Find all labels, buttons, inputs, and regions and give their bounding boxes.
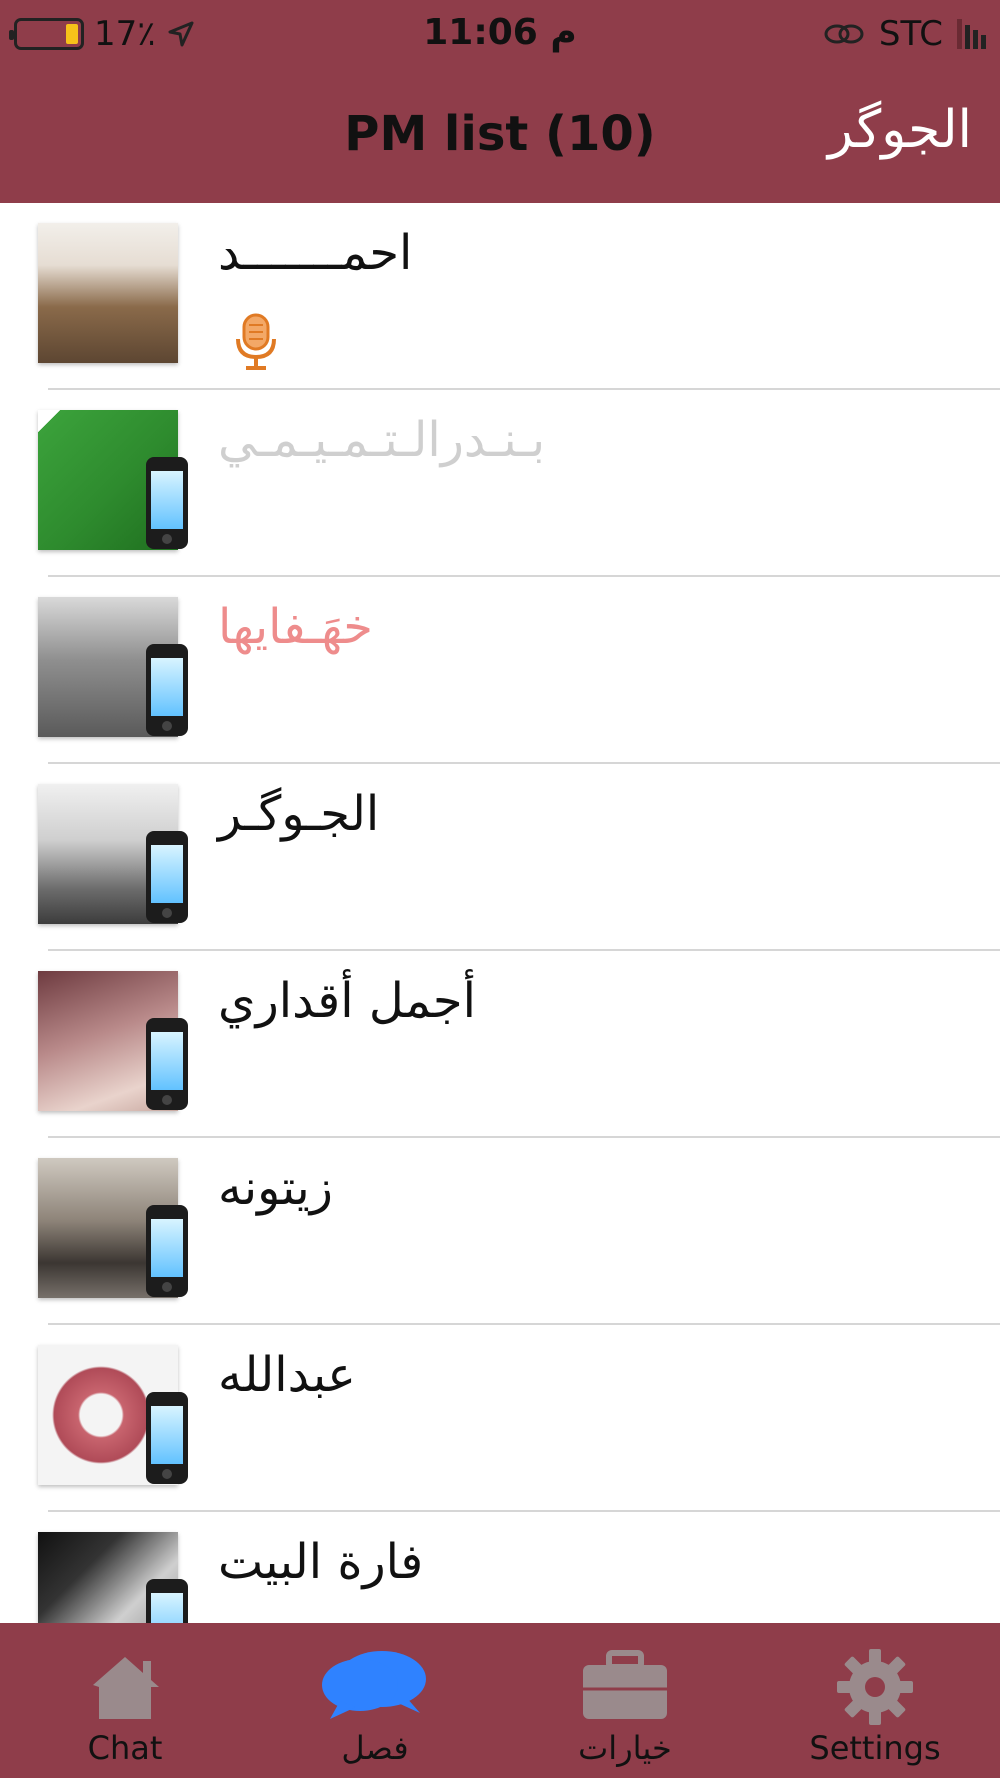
avatar (38, 223, 178, 363)
list-item[interactable]: أجمل أقداري (38, 951, 1000, 1138)
contact-name: بـنـدرالـتـمـيـمـي (218, 412, 546, 468)
nav-bar: PM list (10) الجوگر (0, 70, 1000, 203)
list-item[interactable]: فارة البيت (38, 1512, 1000, 1623)
list-item[interactable]: بـنـدرالـتـمـيـمـي (38, 390, 1000, 577)
list-item[interactable]: عبدالله (38, 1325, 1000, 1512)
contact-name: الجـوگـر (218, 786, 380, 842)
contact-name: زيتونه (218, 1160, 333, 1216)
tab-separate[interactable]: فصل (250, 1623, 500, 1778)
mobile-phone-icon (146, 831, 188, 923)
mobile-phone-icon (146, 1205, 188, 1297)
tab-label: فصل (341, 1729, 409, 1767)
contact-name: احمـــــــد (218, 225, 413, 281)
chat-bubbles-icon (322, 1651, 426, 1719)
tab-bar: Chat فصل خيارات Settings (0, 1623, 1000, 1778)
tab-label: Chat (87, 1729, 163, 1767)
nav-user-button[interactable]: الجوگر (828, 100, 972, 160)
tab-chat[interactable]: Chat (0, 1623, 250, 1778)
mobile-phone-icon (146, 1392, 188, 1484)
tab-label: Settings (809, 1729, 941, 1767)
mobile-phone-icon (146, 1018, 188, 1110)
network-group: STC (823, 14, 986, 54)
link-icon (824, 24, 864, 44)
gear-icon (837, 1649, 913, 1725)
pm-list[interactable]: احمـــــــد بـنـدرالـتـمـيـمـي خهَـفايها… (0, 203, 1000, 1623)
signal-bars-icon (957, 19, 986, 49)
contact-name: فارة البيت (218, 1534, 424, 1590)
tab-settings[interactable]: Settings (750, 1623, 1000, 1778)
tab-options[interactable]: خيارات (500, 1623, 750, 1778)
contact-name: أجمل أقداري (218, 973, 476, 1029)
mobile-phone-icon (146, 644, 188, 736)
list-item[interactable]: الجـوگـر (38, 764, 1000, 951)
contact-name: عبدالله (218, 1347, 356, 1403)
list-item[interactable]: زيتونه (38, 1138, 1000, 1325)
carrier-name: STC (878, 14, 943, 54)
list-item[interactable]: خهَـفايها (38, 577, 1000, 764)
contact-name: خهَـفايها (218, 599, 373, 655)
mobile-phone-icon (146, 1579, 188, 1623)
mobile-phone-icon (146, 457, 188, 549)
status-bar: 17٪ 11:06 م STC (0, 0, 1000, 70)
microphone-icon (236, 313, 276, 370)
toolbox-icon (583, 1650, 667, 1719)
house-icon (93, 1657, 159, 1719)
tab-label: خيارات (578, 1729, 672, 1767)
list-item[interactable]: احمـــــــد (38, 203, 1000, 390)
